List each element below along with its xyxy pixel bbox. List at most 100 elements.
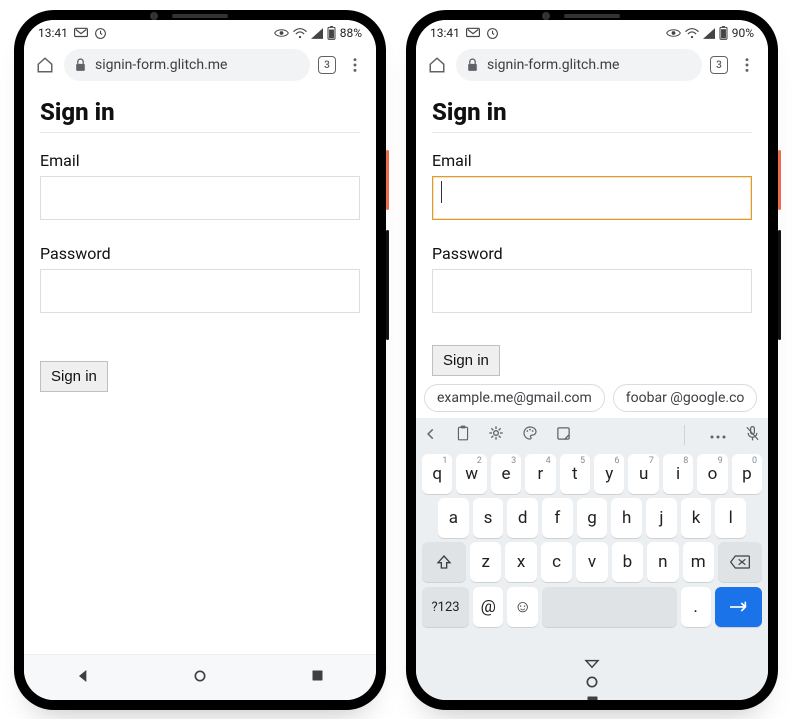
nav-back-icon[interactable] (75, 668, 91, 688)
mic-off-icon[interactable] (745, 425, 760, 446)
tab-switcher[interactable]: 3 (318, 56, 336, 74)
page-title: Sign in (432, 98, 752, 133)
clock-icon (94, 27, 107, 40)
autofill-suggestion-bar: example.me@gmail.com foobar @google.co (416, 378, 768, 418)
enter-key[interactable] (715, 587, 762, 627)
autofill-suggestion[interactable]: example.me@gmail.com (424, 384, 605, 412)
email-label: Email (40, 151, 360, 170)
symbols-key[interactable]: ?123 (422, 587, 469, 627)
autofill-suggestion[interactable]: foobar @google.co (613, 384, 758, 412)
password-field[interactable] (432, 269, 752, 313)
page-content: Sign in Email Password Sign in (24, 88, 376, 654)
phone-speaker (172, 14, 228, 18)
shift-key[interactable] (422, 542, 466, 582)
clipboard-icon[interactable] (456, 425, 470, 445)
url-text: signin-form.glitch.me (95, 57, 227, 73)
signin-button[interactable]: Sign in (40, 361, 108, 392)
lock-icon (74, 58, 87, 72)
key-l[interactable]: l (715, 498, 746, 538)
key-k[interactable]: k (681, 498, 712, 538)
status-time: 13:41 (430, 26, 460, 40)
key-w[interactable]: w2 (456, 454, 486, 494)
space-key[interactable] (542, 587, 677, 627)
keyboard-row: q1w2e3r4t5y6u7i8o9p0 (416, 452, 768, 496)
key-h[interactable]: h (611, 498, 642, 538)
more-icon[interactable] (709, 426, 727, 445)
system-navbar (24, 654, 376, 700)
power-button (386, 150, 389, 210)
tab-switcher[interactable]: 3 (710, 56, 728, 74)
volume-button (778, 230, 781, 340)
dot-key[interactable]: . (681, 587, 711, 627)
backspace-key[interactable] (718, 542, 762, 582)
nav-home-icon[interactable] (192, 668, 208, 688)
key-i[interactable]: i8 (663, 454, 693, 494)
gear-icon[interactable] (488, 425, 504, 445)
nav-home-icon[interactable] (584, 674, 600, 694)
nav-recent-icon[interactable] (585, 694, 600, 700)
volume-button (386, 230, 389, 340)
battery-icon (719, 26, 728, 40)
key-j[interactable]: j (646, 498, 677, 538)
browser-toolbar: signin-form.glitch.me 3 (416, 46, 768, 88)
key-p[interactable]: p0 (732, 454, 762, 494)
statusbar: 13:41 88% (24, 20, 376, 46)
key-b[interactable]: b (612, 542, 643, 582)
key-m[interactable]: m (683, 542, 714, 582)
clock-icon (486, 27, 499, 40)
key-t[interactable]: t5 (560, 454, 590, 494)
nav-hide-keyboard-icon[interactable] (584, 655, 600, 674)
email-field[interactable] (40, 176, 360, 220)
key-n[interactable]: n (647, 542, 678, 582)
divider (684, 425, 685, 445)
page-content: Sign in Email Password Sign in (416, 88, 768, 378)
key-v[interactable]: v (576, 542, 607, 582)
key-q[interactable]: q1 (422, 454, 452, 494)
eye-icon (274, 28, 289, 38)
key-u[interactable]: u7 (628, 454, 658, 494)
key-f[interactable]: f (542, 498, 573, 538)
text-cursor (441, 181, 442, 203)
wifi-icon (293, 28, 307, 39)
key-s[interactable]: s (473, 498, 504, 538)
key-y[interactable]: y6 (594, 454, 624, 494)
msg-icon (74, 27, 88, 39)
home-icon[interactable] (426, 56, 448, 74)
url-bar[interactable]: signin-form.glitch.me (64, 49, 310, 81)
signin-button[interactable]: Sign in (432, 345, 500, 376)
home-icon[interactable] (34, 56, 56, 74)
password-label: Password (40, 244, 360, 263)
emoji-key[interactable]: ☺ (507, 587, 537, 627)
status-time: 13:41 (38, 26, 68, 40)
browser-toolbar: signin-form.glitch.me 3 (24, 46, 376, 88)
key-o[interactable]: o9 (697, 454, 727, 494)
key-g[interactable]: g (577, 498, 608, 538)
sticker-icon[interactable] (556, 426, 571, 445)
keyboard-row: zxcvbnm (416, 540, 768, 584)
url-text: signin-form.glitch.me (487, 57, 619, 73)
battery-percent: 88% (340, 26, 362, 40)
email-field[interactable] (432, 176, 752, 220)
key-a[interactable]: a (438, 498, 469, 538)
at-key[interactable]: @ (473, 587, 503, 627)
signal-icon (703, 28, 715, 39)
palette-icon[interactable] (522, 425, 538, 445)
phone-left: 13:41 88% signin-form.glitch.me 3 (14, 10, 386, 710)
key-e[interactable]: e3 (491, 454, 521, 494)
password-label: Password (432, 244, 752, 263)
chevron-left-icon[interactable] (424, 426, 438, 445)
keyboard-row: asdfghjkl (416, 496, 768, 540)
phone-camera (542, 12, 550, 20)
url-bar[interactable]: signin-form.glitch.me (456, 49, 702, 81)
phone-speaker (564, 14, 620, 18)
key-d[interactable]: d (507, 498, 538, 538)
key-x[interactable]: x (505, 542, 536, 582)
menu-icon[interactable] (736, 56, 758, 74)
key-r[interactable]: r4 (525, 454, 555, 494)
key-c[interactable]: c (541, 542, 572, 582)
password-field[interactable] (40, 269, 360, 313)
nav-recent-icon[interactable] (310, 668, 325, 687)
menu-icon[interactable] (344, 56, 366, 74)
key-z[interactable]: z (470, 542, 501, 582)
signal-icon (311, 28, 323, 39)
